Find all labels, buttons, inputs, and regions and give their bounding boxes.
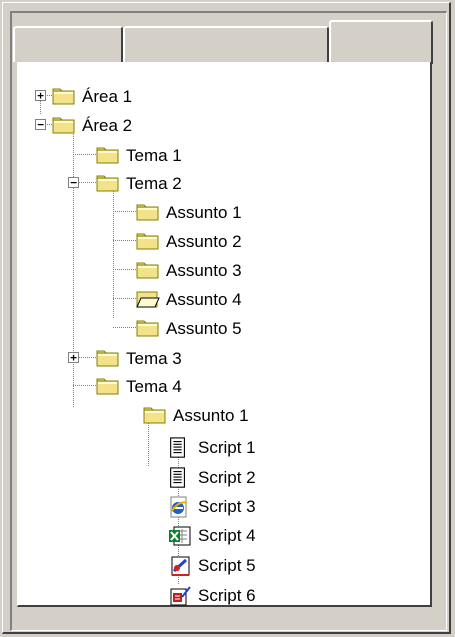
text-document-icon [168,437,192,459]
tree-node-label: Assunto 1 [166,203,242,222]
tree-node-t2a3[interactable]: Assunto 3 [136,259,244,283]
tree-node-area1[interactable]: Área 1 [52,85,134,109]
folder-closed-icon [143,405,167,427]
tree-node-s2[interactable]: Script 2 [168,466,258,490]
tree-node-label: Assunto 4 [166,290,242,309]
folder-closed-icon [96,348,120,370]
tree-node-label: Script 5 [198,556,256,575]
tab-3-selected[interactable] [329,20,433,64]
panel-bottom-edge [15,607,433,615]
internet-explorer-icon [168,496,192,518]
tree-node-s6[interactable]: Script 6 [168,584,258,608]
tree-connector-line [113,298,136,299]
tree-node-label: Tema 2 [126,174,182,193]
tree-node-area2[interactable]: Área 2 [52,114,134,138]
folder-closed-icon [52,86,76,108]
tree-node-label: Script 1 [198,438,256,457]
excel-document-icon [168,525,192,547]
collapse-icon[interactable]: − [68,177,79,188]
tab-strip [13,20,433,64]
tree-node-tema4[interactable]: Tema 4 [96,375,184,399]
folder-closed-icon [136,260,160,282]
tree-connector-line [73,385,96,386]
tree-node-label: Script 4 [198,526,256,545]
tree-node-label: Assunto 3 [166,261,242,280]
tree-connector-line [113,240,136,241]
folder-closed-icon [96,145,120,167]
tree-node-t2a4[interactable]: Assunto 4 [136,288,244,312]
collapse-icon[interactable]: − [35,119,46,130]
folder-closed-icon [52,115,76,137]
tree-node-label: Script 2 [198,468,256,487]
tree-node-t2a2[interactable]: Assunto 2 [136,230,244,254]
tree-node-tema1[interactable]: Tema 1 [96,144,184,168]
folder-closed-icon [136,202,160,224]
tab-2[interactable] [123,26,329,62]
tree-node-label: Assunto 5 [166,319,242,338]
tree-node-s5[interactable]: Script 5 [168,554,258,578]
folder-closed-icon [96,376,120,398]
tree-node-t4a1[interactable]: Assunto 1 [143,404,251,428]
expand-icon[interactable]: + [35,90,46,101]
tree-node-label: Assunto 1 [173,406,249,425]
tree-node-s1[interactable]: Script 1 [168,436,258,460]
form-document-icon [168,585,192,607]
tree-node-t2a5[interactable]: Assunto 5 [136,317,244,341]
tree-node-tema2[interactable]: Tema 2 [96,172,184,196]
tree-connector-line [73,154,96,155]
paint-document-icon [168,555,192,577]
tree-node-label: Tema 4 [126,377,182,396]
folder-closed-icon [96,173,120,195]
tree-node-s3[interactable]: Script 3 [168,495,258,519]
text-document-icon [168,467,192,489]
folder-closed-icon [136,231,160,253]
tree-node-label: Área 1 [82,87,133,106]
tree-node-s4[interactable]: Script 4 [168,524,258,548]
tree-connector-line [113,211,136,212]
tree-connector-line [113,327,136,328]
tree-node-label: Script 6 [198,586,256,605]
tree-node-label: Área 2 [82,116,133,135]
tree-node-label: Assunto 2 [166,232,242,251]
folder-closed-icon [136,318,160,340]
expand-icon[interactable]: + [68,352,79,363]
folder-open-icon [136,289,160,311]
tree-node-label: Script 3 [198,497,256,516]
tree-connector-line [113,269,136,270]
tree-node-label: Tema 1 [126,146,182,165]
tree-node-label: Tema 3 [126,349,182,368]
tree-connector-line [73,127,74,407]
tree-view[interactable]: + Área 1 − Área 2 Tema 1 − Tema 2 Assunto 1 Assu… [17,62,432,607]
tree-node-tema3[interactable]: Tema 3 [96,347,184,371]
tree-node-t2a1[interactable]: Assunto 1 [136,201,244,225]
tab-1[interactable] [13,26,123,62]
